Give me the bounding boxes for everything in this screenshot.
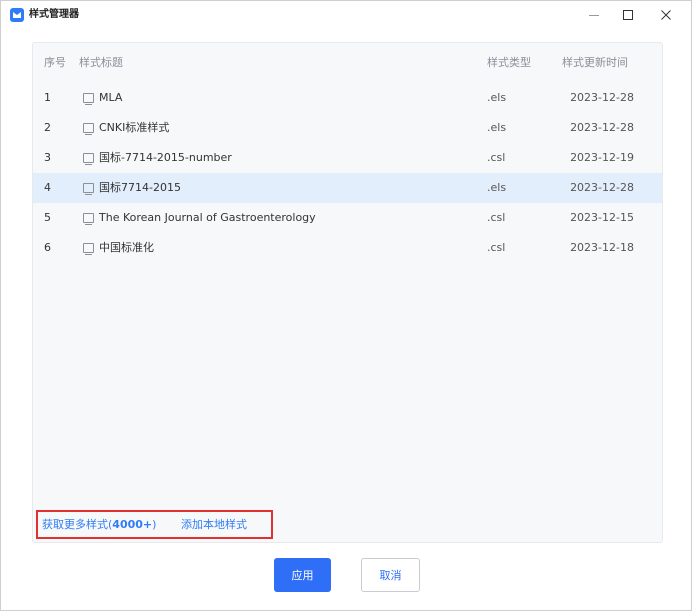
cancel-button[interactable]: 取消 (361, 558, 420, 592)
style-manager-window: 样式管理器 序号 样式标题 样式类型 样式更新时间 1 MLA .els 202… (0, 0, 692, 611)
row-title-cell: The Korean Journal of Gastroenterology (83, 203, 316, 233)
row-title-cell: 国标7714-2015 (83, 173, 181, 203)
row-type: .csl (487, 211, 506, 224)
style-list-panel: 序号 样式标题 样式类型 样式更新时间 1 MLA .els 2023-12-2… (32, 42, 663, 543)
row-index: 4 (44, 181, 51, 194)
get-more-suffix: ) (152, 518, 157, 531)
column-header-title[interactable]: 样式标题 (79, 51, 123, 75)
row-title-cell: MLA (83, 83, 122, 113)
close-icon (661, 10, 671, 20)
style-file-icon (83, 153, 94, 165)
maximize-button[interactable] (610, 1, 646, 29)
row-title: 国标7714-2015 (99, 181, 181, 194)
add-local-style-link[interactable]: 添加本地样式 (181, 517, 247, 532)
table-row[interactable]: 5 The Korean Journal of Gastroenterology… (33, 203, 662, 233)
table-row[interactable]: 3 国标-7714-2015-number .csl 2023-12-19 (33, 143, 662, 173)
row-title: MLA (99, 91, 123, 104)
row-title: 中国标准化 (99, 241, 154, 254)
close-button[interactable] (648, 1, 684, 29)
style-file-icon (83, 213, 94, 225)
apply-button[interactable]: 应用 (274, 558, 331, 592)
table-row[interactable]: 1 MLA .els 2023-12-28 (33, 83, 662, 113)
column-header-index[interactable]: 序号 (44, 51, 74, 75)
row-index: 3 (44, 151, 51, 164)
row-type: .els (487, 91, 507, 104)
style-file-icon (83, 243, 94, 255)
row-index: 1 (44, 91, 51, 104)
title-bar[interactable]: 样式管理器 (1, 1, 691, 29)
maximize-icon (623, 10, 633, 20)
column-header-type[interactable]: 样式类型 (487, 51, 531, 75)
row-date: 2023-12-28 (570, 181, 634, 194)
row-title-cell: 国标-7714-2015-number (83, 143, 232, 173)
style-file-icon (83, 93, 94, 105)
table-row[interactable]: 6 中国标准化 .csl 2023-12-18 (33, 233, 662, 263)
style-file-icon (83, 183, 94, 195)
row-type: .els (487, 181, 507, 194)
highlight-box: 获取更多样式(4000+) 添加本地样式 (36, 510, 273, 539)
row-index: 6 (44, 241, 51, 254)
row-date: 2023-12-15 (570, 211, 634, 224)
row-date: 2023-12-28 (570, 121, 634, 134)
get-more-prefix: 获取更多样式( (42, 518, 113, 531)
table-header: 序号 样式标题 样式类型 样式更新时间 (33, 51, 662, 75)
row-date: 2023-12-18 (570, 241, 634, 254)
get-more-count: 4000+ (112, 518, 153, 531)
table-row[interactable]: 4 国标7714-2015 .els 2023-12-28 (33, 173, 662, 203)
minimize-button[interactable] (576, 1, 612, 29)
table-row[interactable]: 2 CNKI标准样式 .els 2023-12-28 (33, 113, 662, 143)
get-more-styles-link[interactable]: 获取更多样式(4000+) (42, 517, 156, 532)
table-body: 1 MLA .els 2023-12-28 2 CNKI标准样式 .els 20… (33, 83, 662, 263)
style-file-icon (83, 123, 94, 135)
minimize-icon (589, 15, 599, 16)
row-title-cell: CNKI标准样式 (83, 113, 169, 143)
row-date: 2023-12-19 (570, 151, 634, 164)
row-title: 国标-7714-2015-number (99, 151, 232, 164)
row-title: CNKI标准样式 (99, 121, 170, 134)
row-title: The Korean Journal of Gastroenterology (99, 211, 316, 224)
app-logo-icon (10, 8, 24, 22)
row-date: 2023-12-28 (570, 91, 634, 104)
window-title: 样式管理器 (29, 9, 79, 20)
column-header-date[interactable]: 样式更新时间 (562, 51, 634, 75)
row-type: .els (487, 121, 507, 134)
row-type: .csl (487, 151, 506, 164)
row-title-cell: 中国标准化 (83, 233, 154, 263)
row-type: .csl (487, 241, 506, 254)
row-index: 2 (44, 121, 51, 134)
row-index: 5 (44, 211, 51, 224)
